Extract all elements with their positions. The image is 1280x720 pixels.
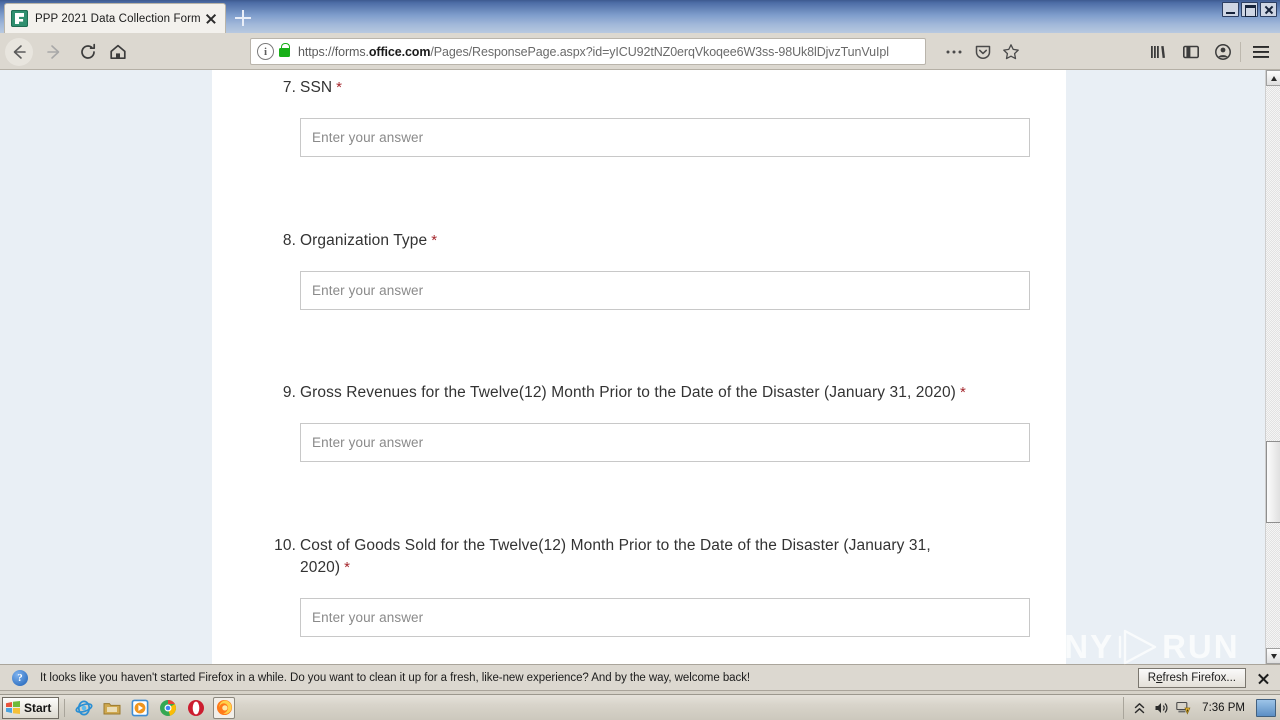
chrome-icon[interactable] [157, 697, 179, 719]
tab-title: PPP 2021 Data Collection Form [35, 12, 201, 25]
close-icon[interactable] [1260, 2, 1277, 17]
scrollbar-thumb[interactable] [1266, 441, 1280, 523]
system-tray: 7:36 PM [1123, 697, 1280, 719]
account-icon[interactable] [1212, 41, 1234, 63]
question-heading: 10. Cost of Goods Sold for the Twelve(12… [270, 535, 1030, 579]
answer-placeholder: Enter your answer [312, 435, 424, 450]
btn-prefix: R [1147, 672, 1157, 684]
tab-close-icon[interactable] [203, 11, 219, 27]
browser-nav-bar: i https://forms.office.com/Pages/Respons… [0, 33, 1280, 70]
answer-input-9[interactable]: Enter your answer [300, 423, 1030, 462]
question-number: 7. [282, 79, 296, 96]
answer-input-8[interactable]: Enter your answer [300, 271, 1030, 310]
pocket-icon[interactable] [973, 42, 993, 62]
required-marker: * [959, 384, 966, 401]
sidebar-icon[interactable] [1180, 41, 1202, 63]
required-marker: * [431, 232, 438, 249]
quicklaunch-separator [64, 698, 66, 717]
folder-icon[interactable] [101, 697, 123, 719]
new-tab-button[interactable] [228, 4, 258, 32]
browser-title-bar: PPP 2021 Data Collection Form [0, 0, 1280, 33]
site-information-icon[interactable]: i [257, 43, 274, 60]
reload-icon[interactable] [74, 38, 102, 66]
question-number: 10. [274, 537, 296, 554]
library-icon[interactable] [1147, 41, 1169, 63]
question-number: 8. [282, 232, 296, 249]
btn-suffix: fresh Firefox... [1162, 672, 1237, 684]
home-icon[interactable] [104, 38, 132, 66]
lock-icon [279, 43, 290, 57]
back-arrow-icon[interactable] [5, 38, 33, 66]
question-heading: 9. Gross Revenues for the Twelve(12) Mon… [270, 382, 1030, 404]
windows-flag-icon [6, 701, 20, 714]
internet-explorer-icon[interactable] [73, 697, 95, 719]
scrollbar-track[interactable] [1266, 86, 1280, 648]
question-text: Organization Type * [300, 232, 438, 249]
notification-message: It looks like you haven't started Firefo… [40, 671, 751, 684]
answer-placeholder: Enter your answer [312, 130, 424, 145]
vertical-scrollbar[interactable] [1265, 70, 1280, 664]
show-desktop-icon[interactable] [1256, 699, 1276, 717]
question-number: 9. [282, 384, 296, 401]
info-icon: ? [12, 669, 28, 686]
star-icon[interactable] [1001, 42, 1021, 62]
form-question-9: 9. Gross Revenues for the Twelve(12) Mon… [270, 382, 1030, 462]
browser-tab[interactable]: PPP 2021 Data Collection Form [4, 3, 226, 33]
media-player-icon[interactable] [129, 697, 151, 719]
question-text: Gross Revenues for the Twelve(12) Month … [300, 384, 966, 401]
forward-arrow-icon [40, 38, 68, 66]
clock[interactable]: 7:36 PM [1202, 702, 1245, 714]
answer-placeholder: Enter your answer [312, 283, 424, 298]
question-text: SSN * [300, 79, 343, 96]
restore-icon[interactable] [1241, 2, 1258, 17]
scroll-up-icon[interactable] [1266, 70, 1280, 86]
start-button[interactable]: Start [2, 696, 60, 719]
question-text: Cost of Goods Sold for the Twelve(12) Mo… [300, 537, 931, 576]
network-warning-icon[interactable] [1176, 701, 1191, 716]
hamburger-menu-icon[interactable] [1250, 41, 1272, 63]
form-card: 7. SSN * Enter your answer 8. Organizatio… [212, 70, 1066, 664]
form-question-10: 10. Cost of Goods Sold for the Twelve(12… [270, 535, 1030, 637]
show-hidden-icons-icon[interactable] [1132, 701, 1147, 716]
answer-input-7[interactable]: Enter your answer [300, 118, 1030, 157]
notification-close-icon[interactable] [1256, 671, 1271, 686]
start-label: Start [24, 700, 52, 715]
url-domain: office.com [368, 44, 431, 59]
scroll-down-icon[interactable] [1266, 648, 1280, 664]
page-content: 7. SSN * Enter your answer 8. Organizatio… [0, 70, 1265, 664]
question-heading: 8. Organization Type * [270, 230, 1030, 252]
toolbar-separator [1240, 42, 1241, 62]
firefox-notification-bar: ? It looks like you haven't started Fire… [0, 664, 1280, 691]
form-question-7: 7. SSN * Enter your answer [270, 77, 1030, 157]
opera-icon[interactable] [185, 697, 207, 719]
url-text: https://forms.office.com/Pages/ResponseP… [298, 45, 919, 59]
url-suffix: /Pages/ResponsePage.aspx?id=yICU92tNZ0er… [430, 44, 889, 59]
firefox-icon[interactable] [213, 696, 236, 719]
answer-input-10[interactable]: Enter your answer [300, 598, 1030, 637]
window-controls [1222, 2, 1277, 17]
refresh-firefox-button[interactable]: Re fresh Firefox... [1137, 668, 1246, 688]
answer-placeholder: Enter your answer [312, 610, 424, 625]
volume-icon[interactable] [1154, 701, 1169, 716]
address-bar[interactable]: i https://forms.office.com/Pages/Respons… [250, 38, 926, 65]
form-question-8: 8. Organization Type * Enter your answer [270, 230, 1030, 310]
url-prefix: https://forms. [298, 44, 369, 59]
minimize-icon[interactable] [1222, 2, 1239, 17]
required-marker: * [344, 559, 351, 576]
required-marker: * [336, 79, 343, 96]
microsoft-forms-icon [11, 10, 28, 27]
question-heading: 7. SSN * [270, 77, 1030, 99]
windows-taskbar: Start 7:36 PM [0, 694, 1280, 720]
ellipsis-icon[interactable] [944, 42, 964, 62]
